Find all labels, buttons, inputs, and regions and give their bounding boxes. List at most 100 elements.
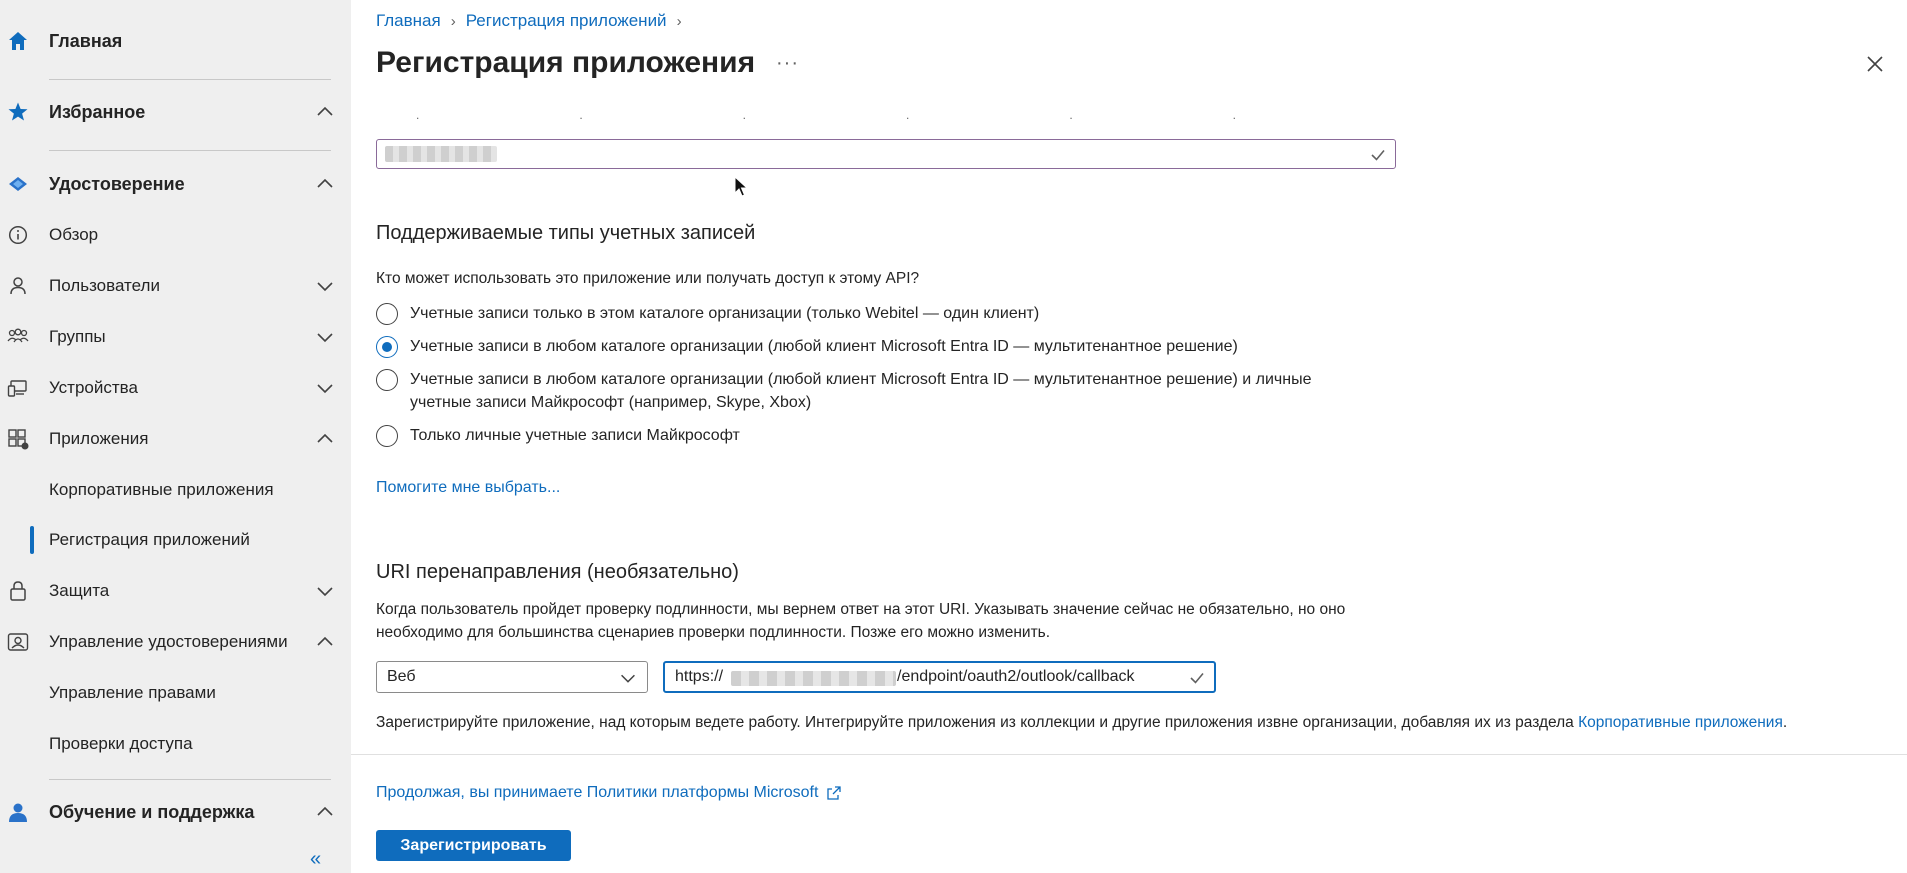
register-button[interactable]: Зарегистрировать bbox=[376, 830, 571, 861]
nav-divider bbox=[49, 150, 331, 151]
radio-button-selected[interactable] bbox=[376, 336, 398, 358]
radio-option-personal-only[interactable]: Только личные учетные записи Майкрософт bbox=[376, 425, 740, 447]
radio-option-single-tenant[interactable]: Учетные записи только в этом каталоге ор… bbox=[376, 303, 1039, 325]
radio-label: Учетные записи в любом каталоге организа… bbox=[410, 338, 1238, 355]
chevron-up-icon[interactable] bbox=[313, 630, 337, 654]
sidebar-item-app-registrations[interactable]: Регистрация приложений bbox=[0, 518, 351, 562]
platform-policy-link[interactable]: Продолжая, вы принимаете Политики платфо… bbox=[376, 784, 818, 802]
close-icon[interactable] bbox=[1863, 52, 1887, 76]
register-note: Зарегистрируйте приложение, над которым … bbox=[376, 711, 1787, 734]
chevron-up-icon[interactable] bbox=[313, 800, 337, 824]
sidebar-item-label: Корпоративные приложения bbox=[49, 480, 274, 499]
nav-divider bbox=[49, 79, 331, 80]
nav-identity-label: Удостоверение bbox=[49, 173, 185, 194]
nav-favorites-label: Избранное bbox=[49, 101, 146, 122]
home-icon bbox=[7, 30, 29, 52]
chevron-up-icon[interactable] bbox=[313, 427, 337, 451]
devices-icon bbox=[7, 377, 29, 399]
radio-label: Учетные записи только в этом каталоге ор… bbox=[410, 305, 1040, 322]
chevron-down-icon bbox=[621, 674, 635, 683]
breadcrumb-home-link[interactable]: Главная bbox=[376, 11, 441, 31]
radio-option-multi-tenant[interactable]: Учетные записи в любом каталоге организа… bbox=[376, 336, 1238, 358]
sidebar-item-overview[interactable]: Обзор bbox=[0, 213, 351, 257]
redirect-uri-title: URI перенаправления (необязательно) bbox=[376, 561, 739, 583]
register-note-end: . bbox=[1782, 714, 1788, 731]
nav-home-label: Главная bbox=[49, 30, 123, 51]
sidebar-item-identity-governance[interactable]: Управление удостоверениями bbox=[0, 620, 351, 664]
footer-divider bbox=[351, 754, 1907, 755]
chevron-up-icon[interactable] bbox=[313, 172, 337, 196]
mouse-cursor-icon bbox=[734, 176, 749, 197]
account-types-question: Кто может использовать это приложение ил… bbox=[376, 270, 920, 287]
sidebar-item-groups[interactable]: Группы bbox=[0, 315, 351, 359]
nav-home[interactable]: Главная bbox=[0, 19, 351, 63]
redirect-uri-description: Когда пользователь пройдет проверку подл… bbox=[376, 601, 1346, 641]
sidebar-item-label: Группы bbox=[49, 327, 106, 346]
redirect-uri-input[interactable]: https:// /endpoint/oauth2/outlook/callba… bbox=[663, 661, 1216, 693]
chevron-down-icon[interactable] bbox=[313, 376, 337, 400]
nav-learn-support-label: Обучение и поддержка bbox=[49, 801, 255, 822]
sidebar-item-entitlement-management[interactable]: Управление правами bbox=[0, 671, 351, 715]
main-content: Главная › Регистрация приложений › Регис… bbox=[351, 0, 1907, 873]
chevron-down-icon[interactable] bbox=[313, 579, 337, 603]
nav-favorites[interactable]: Избранное bbox=[0, 90, 351, 134]
policy-link-row[interactable]: Продолжая, вы принимаете Политики платфо… bbox=[376, 784, 842, 802]
group-icon bbox=[7, 326, 29, 348]
person-support-icon bbox=[7, 801, 29, 823]
sidebar-item-applications[interactable]: Приложения bbox=[0, 417, 351, 461]
radio-button[interactable] bbox=[376, 425, 398, 447]
radio-label: Только личные учетные записи Майкрософт bbox=[410, 427, 740, 444]
sidebar-item-label: Регистрация приложений bbox=[49, 530, 250, 549]
collapse-sidebar-button[interactable]: « bbox=[310, 849, 321, 869]
sidebar-item-devices[interactable]: Устройства bbox=[0, 366, 351, 410]
platform-select[interactable]: Веб bbox=[376, 661, 648, 693]
id-card-icon bbox=[7, 631, 29, 653]
page-title: Регистрация приложения bbox=[376, 46, 756, 79]
sidebar-item-label: Защита bbox=[49, 581, 110, 600]
sidebar-item-enterprise-apps[interactable]: Корпоративные приложения bbox=[0, 468, 351, 512]
sidebar-item-label: Обзор bbox=[49, 225, 99, 244]
redacted-value bbox=[385, 146, 497, 162]
sidebar-item-label: Пользователи bbox=[49, 276, 160, 295]
star-icon bbox=[7, 101, 29, 123]
chevron-right-icon: › bbox=[450, 12, 456, 30]
chevron-down-icon[interactable] bbox=[313, 274, 337, 298]
radio-option-multi-tenant-personal[interactable]: Учетные записи в любом каталоге организа… bbox=[376, 369, 1376, 414]
sidebar-item-label: Проверки доступа bbox=[49, 734, 193, 753]
checkmark-icon bbox=[1190, 672, 1204, 684]
sidebar-item-protection[interactable]: Защита bbox=[0, 569, 351, 613]
uri-suffix: /endpoint/oauth2/outlook/callback bbox=[897, 668, 1135, 685]
nav-learn-support[interactable]: Обучение и поддержка bbox=[0, 790, 351, 834]
chevron-down-icon[interactable] bbox=[313, 325, 337, 349]
breadcrumb: Главная › Регистрация приложений › bbox=[376, 11, 682, 31]
sidebar-item-label: Управление правами bbox=[49, 683, 216, 702]
app-name-input[interactable] bbox=[376, 139, 1396, 169]
sidebar-item-users[interactable]: Пользователи bbox=[0, 264, 351, 308]
nav-identity[interactable]: Удостоверение bbox=[0, 162, 351, 206]
chevron-up-icon[interactable] bbox=[313, 100, 337, 124]
more-options-button[interactable]: ··· bbox=[776, 52, 799, 75]
radio-button[interactable] bbox=[376, 303, 398, 325]
sidebar: Главная Избранное Удостоверение Обзор По… bbox=[0, 0, 351, 873]
chevron-right-icon: › bbox=[676, 12, 682, 30]
lock-icon bbox=[7, 580, 29, 602]
external-link-icon bbox=[827, 786, 842, 800]
nav-divider bbox=[49, 779, 331, 780]
radio-button[interactable] bbox=[376, 369, 398, 391]
user-icon bbox=[7, 275, 29, 297]
info-icon bbox=[7, 224, 29, 246]
uri-prefix: https:// bbox=[675, 668, 724, 685]
sidebar-item-label: Приложения bbox=[49, 429, 149, 448]
redacted-value bbox=[731, 671, 896, 686]
sidebar-item-access-reviews[interactable]: Проверки доступа bbox=[0, 722, 351, 766]
help-me-choose-link[interactable]: Помогите мне выбрать... bbox=[376, 479, 560, 497]
sidebar-item-label: Устройства bbox=[49, 378, 138, 397]
register-note-text: Зарегистрируйте приложение, над которым … bbox=[376, 714, 1579, 731]
enterprise-apps-link[interactable]: Корпоративные приложения bbox=[1578, 714, 1783, 731]
apps-grid-icon bbox=[7, 428, 29, 450]
sidebar-item-label: Управление удостоверениями bbox=[49, 632, 288, 651]
checkmark-icon bbox=[1371, 149, 1385, 161]
breadcrumb-app-registrations-link[interactable]: Регистрация приложений bbox=[466, 11, 667, 31]
truncated-label: ...... bbox=[416, 108, 1397, 122]
account-types-title: Поддерживаемые типы учетных записей bbox=[376, 222, 756, 244]
